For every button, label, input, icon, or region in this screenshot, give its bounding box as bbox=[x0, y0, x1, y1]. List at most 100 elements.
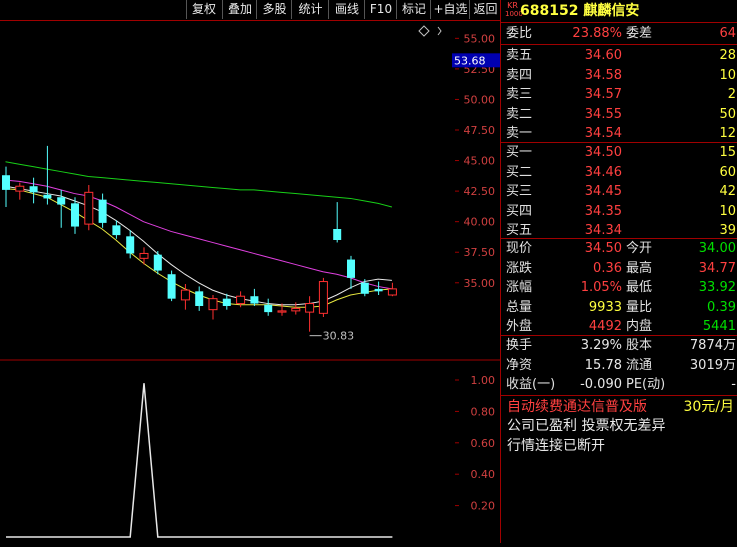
quote-label: 最低 bbox=[626, 280, 653, 295]
quote-value: 4492 bbox=[588, 319, 622, 334]
candle-body bbox=[71, 203, 79, 227]
chevron-right-icon bbox=[437, 26, 442, 36]
kline-chart[interactable]: 55.0052.5050.0047.5045.0042.5040.0037.50… bbox=[0, 20, 500, 543]
candle-body bbox=[208, 298, 218, 311]
candle-body bbox=[29, 186, 38, 193]
candle-body bbox=[305, 303, 315, 313]
quote-label: 量比 bbox=[626, 299, 653, 315]
fundamental-value: 3019万 bbox=[689, 357, 736, 373]
ask-level-label: 卖五 bbox=[506, 48, 533, 63]
order-diff-value: 64 bbox=[719, 26, 736, 41]
ask-level-label: 卖一 bbox=[506, 126, 533, 141]
price-axis-label: 47.50 bbox=[464, 124, 496, 137]
candle-body bbox=[139, 252, 149, 259]
indicator-axis-label: 0.80 bbox=[471, 405, 496, 418]
bid-volume: 10 bbox=[719, 203, 736, 219]
price-axis-label: 45.00 bbox=[464, 155, 496, 168]
quote-row: 外盘 4492 内盘 5441 bbox=[501, 317, 737, 337]
chart-toolbar: 复权 叠加 多股 统计 画线 F10 标记 +自选 返回 bbox=[0, 0, 500, 20]
quote-panel: KR 1000 688152 麒麟信安 委比 23.88% 委差 64 卖五 34.60 2… bbox=[500, 0, 737, 543]
ask-volume: 28 bbox=[719, 48, 736, 63]
quote-row: 总量 9933 量比 0.39 bbox=[501, 298, 737, 318]
candle-body bbox=[250, 296, 259, 304]
bid-level-label: 买四 bbox=[506, 203, 533, 219]
candle-body bbox=[153, 254, 162, 271]
quote-value: 33.92 bbox=[698, 280, 736, 295]
candle-body bbox=[2, 175, 10, 190]
bid-row: 买二 34.46 60 bbox=[501, 163, 737, 183]
price-axis-label: 35.00 bbox=[464, 277, 496, 290]
candle-body bbox=[347, 259, 355, 278]
diamond-icon bbox=[418, 25, 430, 37]
toolbar-button-6[interactable]: 标记 bbox=[396, 0, 431, 19]
quote-label: 内盘 bbox=[626, 319, 653, 334]
toolbar-button-3[interactable]: 统计 bbox=[291, 0, 329, 19]
low-marker-label: 30.83 bbox=[323, 330, 355, 343]
divider-header bbox=[501, 22, 737, 23]
quote-row: 涨跌 0.36 最高 34.77 bbox=[501, 259, 737, 279]
bid-level-label: 买一 bbox=[506, 145, 533, 160]
bid-volume: 42 bbox=[719, 184, 736, 199]
ask-volume: 2 bbox=[727, 87, 736, 102]
quote-label: 总量 bbox=[506, 299, 533, 315]
quote-label: 外盘 bbox=[506, 319, 533, 334]
fundamental-label: 换手 bbox=[506, 338, 533, 353]
bid-level-label: 买二 bbox=[506, 164, 533, 180]
quote-value: 0.36 bbox=[593, 260, 622, 276]
toolbar-button-1[interactable]: 叠加 bbox=[222, 0, 257, 19]
candle-body bbox=[84, 191, 94, 225]
badge-top: KR bbox=[507, 1, 518, 10]
status-note: 公司已盈利 投票权无差异 bbox=[507, 418, 666, 434]
candle-body bbox=[167, 274, 176, 299]
kr-badge: KR 1000 bbox=[505, 1, 523, 20]
toolbar-button-0[interactable]: 复权 bbox=[186, 0, 221, 19]
status-note: 行情连接已断开 bbox=[507, 438, 605, 454]
bid-row: 买一 34.50 15 bbox=[501, 143, 737, 163]
toolbar-button-8[interactable]: 返回 bbox=[469, 0, 501, 19]
quote-value: 34.50 bbox=[584, 241, 622, 256]
ask-price: 34.57 bbox=[584, 87, 622, 102]
toolbar-button-2[interactable]: 多股 bbox=[256, 0, 292, 19]
fundamental-value: 3.29% bbox=[580, 338, 622, 353]
fundamental-label: 股本 bbox=[626, 338, 653, 353]
bid-price: 34.45 bbox=[584, 184, 622, 199]
ask-price: 34.54 bbox=[584, 126, 622, 141]
fundamental-value: -0.090 bbox=[580, 377, 622, 392]
candle-body bbox=[195, 291, 204, 306]
promo-row[interactable]: 自动续费通达信普及版 30元/月 bbox=[501, 397, 737, 417]
quote-label: 最高 bbox=[626, 260, 653, 276]
quote-value: 9933 bbox=[588, 299, 622, 315]
toolbar-button-4[interactable]: 画线 bbox=[328, 0, 365, 19]
ask-volume: 10 bbox=[719, 67, 736, 83]
quote-value: 1.05% bbox=[580, 280, 622, 295]
candle-body bbox=[277, 310, 287, 313]
fundamental-row: 收益(一) -0.090 PE(动) - bbox=[501, 375, 737, 395]
ask-price: 34.58 bbox=[584, 67, 622, 83]
price-axis-label: 50.00 bbox=[464, 93, 496, 106]
bid-volume: 60 bbox=[719, 164, 736, 180]
ask-row: 卖三 34.57 2 bbox=[501, 85, 737, 105]
fundamental-value: 7874万 bbox=[689, 338, 736, 353]
badge-bottom: 1000 bbox=[505, 10, 523, 18]
ask-row: 卖五 34.60 28 bbox=[501, 46, 737, 66]
promo-text: 自动续费通达信普及版 bbox=[507, 399, 647, 415]
bid-row: 买三 34.45 42 bbox=[501, 182, 737, 202]
candle-body bbox=[387, 288, 397, 296]
price-axis-label: 42.50 bbox=[464, 185, 496, 198]
quote-value: 34.00 bbox=[698, 241, 736, 256]
bid-volume: 15 bbox=[719, 145, 736, 160]
toolbar-button-7[interactable]: +自选 bbox=[430, 0, 470, 19]
candle-body bbox=[57, 197, 66, 205]
quote-value: 34.77 bbox=[698, 260, 736, 276]
indicator-axis-label: 0.60 bbox=[471, 437, 496, 450]
candle-body bbox=[291, 307, 301, 312]
candle-body bbox=[222, 298, 231, 306]
bid-row: 买四 34.35 10 bbox=[501, 202, 737, 222]
fundamental-row: 净资 15.78 流通 3019万 bbox=[501, 356, 737, 376]
candle-body bbox=[98, 199, 107, 223]
toolbar-button-5[interactable]: F10 bbox=[364, 0, 397, 19]
kline-chart-area[interactable]: 55.00 52.50 50.00 47.50 45.00 42.50 40.00 37.50… bbox=[0, 20, 500, 543]
fundamental-value: 15.78 bbox=[584, 357, 622, 373]
indicator-axis-label: 1.00 bbox=[471, 374, 496, 387]
bid-price: 34.35 bbox=[584, 203, 622, 219]
